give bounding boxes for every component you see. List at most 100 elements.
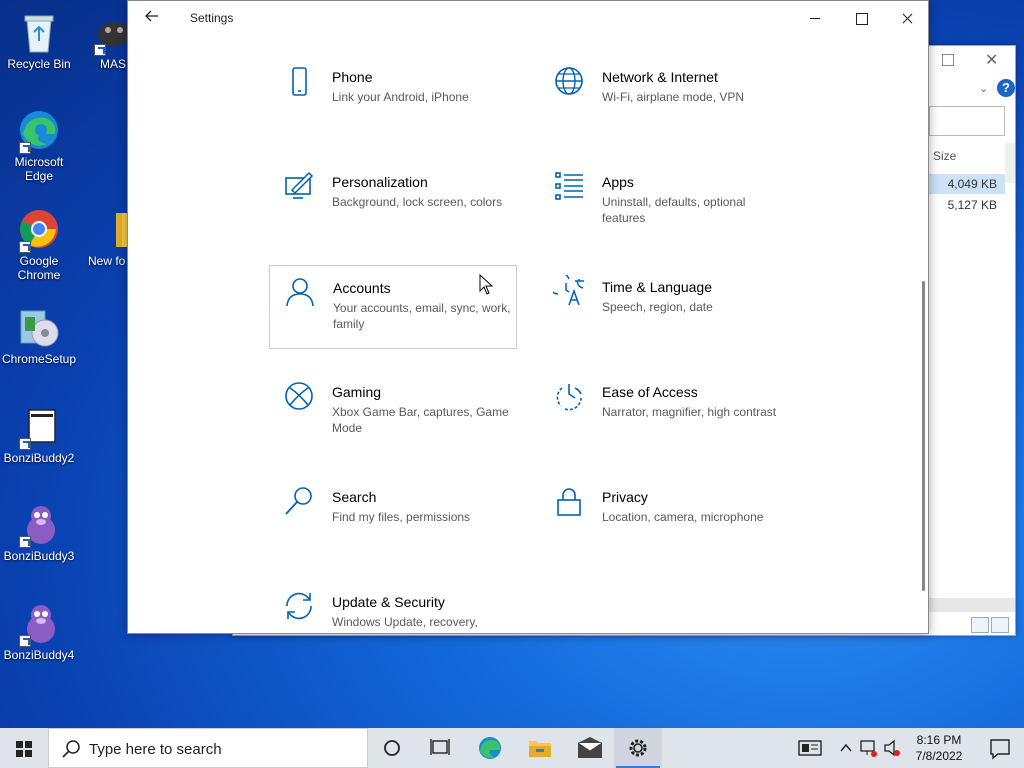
taskbar-news-icon[interactable] [796,728,824,768]
maximize-button[interactable] [942,54,954,66]
tile-title: Update & Security [332,594,445,610]
tile-title: Network & Internet [602,69,718,85]
edge-icon [17,108,61,154]
desktop-icon-edge[interactable]: Microsoft Edge [1,108,77,183]
task-view-button[interactable] [416,728,464,768]
search-icon [285,487,312,515]
table-row[interactable]: 5,127 KB [929,195,1005,215]
taskbar-mail-button[interactable] [566,728,614,768]
bonzibuddy-icon [17,601,61,647]
shortcut-arrow-icon [19,536,31,548]
volume-muted-icon[interactable] [882,728,902,768]
task-view-icon [430,739,450,755]
chrome-icon [17,207,61,253]
tile-search[interactable]: Search Find my files, permissions [269,475,517,559]
network-icon[interactable] [858,728,878,768]
desktop-icon-bonzibuddy4[interactable]: BonziBuddy4 [1,601,77,662]
lock-icon [557,488,581,516]
xbox-icon [285,382,313,410]
search-icon [62,740,80,758]
desktop-icon-chromesetup[interactable]: ChromeSetup [1,305,77,366]
cortana-button[interactable] [368,728,416,768]
tile-description: Link your Android, iPhone [332,90,469,104]
installer-icon [17,305,61,349]
globe-icon [555,67,583,95]
gear-icon [629,739,647,757]
tile-description: Xbox Game Bar, captures, Game Mode [332,405,509,435]
settings-window[interactable]: Settings Phone Link your Android, iPhone… [127,0,929,634]
cortana-circle-icon [384,740,400,756]
scrollbar[interactable] [1005,143,1015,183]
desktop-icon-label: Google Chrome [17,254,61,282]
tile-personalization[interactable]: Personalization Background, lock screen,… [269,160,517,244]
notifications-button[interactable] [976,728,1024,768]
view-toggle [969,617,1009,636]
desktop-icon-chrome[interactable]: Google Chrome [1,207,77,282]
tile-description: Location, camera, microphone [602,510,764,524]
tile-time-language[interactable]: Time & Language Speech, region, date [539,265,787,349]
tile-title: Time & Language [602,279,712,295]
start-button[interactable] [0,728,48,768]
minimize-button[interactable] [792,1,838,35]
tile-title: Privacy [602,489,648,505]
title-bar[interactable]: Settings [128,1,928,35]
tile-description: Windows Update, recovery, [332,615,478,629]
tile-title: Ease of Access [602,384,698,400]
clock-time: 8:16 PM [916,733,962,747]
back-button[interactable] [140,7,164,29]
back-arrow-icon [145,10,158,22]
apps-list-icon [555,172,583,200]
desktop-icon-label: BonziBuddy4 [3,648,75,662]
column-header-size[interactable]: Size [933,149,956,163]
tile-description: Speech, region, date [602,300,713,314]
desktop-icon-recycle-bin[interactable]: Recycle Bin [1,10,77,71]
search-placeholder: Type here to search [89,741,222,758]
edge-icon [479,737,501,759]
large-icons-view-icon[interactable] [991,617,1009,633]
shortcut-arrow-icon [19,635,31,647]
tile-privacy[interactable]: Privacy Location, camera, microphone [539,475,787,559]
horizontal-scrollbar[interactable] [929,598,1015,612]
tile-title: Accounts [333,280,391,296]
details-view-icon[interactable] [971,617,989,633]
tile-apps[interactable]: Apps Uninstall, defaults, optional featu… [539,160,787,244]
taskbar-file-explorer-button[interactable] [516,728,564,768]
close-button[interactable] [884,1,930,35]
maximize-button[interactable] [838,1,884,35]
chevron-up-icon[interactable] [838,728,854,768]
taskbar-settings-button[interactable] [614,728,662,768]
tile-phone[interactable]: Phone Link your Android, iPhone [269,55,517,139]
ease-of-access-icon [556,384,582,411]
desktop-icon-bonzibuddy3[interactable]: BonziBuddy3 [1,502,77,563]
windows-logo-icon [16,741,32,757]
tile-ease-of-access[interactable]: Ease of Access Narrator, magnifier, high… [539,370,787,454]
shortcut-arrow-icon [19,142,31,154]
tile-title: Personalization [332,174,428,190]
tile-title: Search [332,489,377,505]
desktop-icon-label: ChromeSetup [1,352,77,366]
close-button[interactable]: ✕ [985,50,998,70]
chevron-down-icon[interactable]: ⌄ [979,82,988,95]
desktop-icon-bonzibuddy2[interactable]: BonziBuddy2 [1,404,77,465]
taskbar-edge-button[interactable] [466,728,514,768]
tile-description: Narrator, magnifier, high contrast [602,405,777,419]
notification-icon [990,739,1010,760]
tile-title: Gaming [332,384,382,400]
system-clock[interactable]: 8:16 PM 7/8/2022 [904,732,974,764]
taskbar-search-box[interactable]: Type here to search [48,728,368,768]
mail-icon [577,737,603,758]
window-title: Settings [190,11,234,25]
phone-icon [292,67,307,96]
time-language-icon [553,275,584,306]
tile-gaming[interactable]: Gaming Xbox Game Bar, captures, Game Mod… [269,370,517,454]
clock-date: 7/8/2022 [915,749,963,763]
tile-update-security[interactable]: Update & Security Windows Update, recove… [269,580,517,632]
document-icon [17,404,61,450]
vertical-scrollbar[interactable] [922,281,925,591]
tile-network-internet[interactable]: Network & Internet Wi-Fi, airplane mode,… [539,55,787,139]
explorer-search-box[interactable] [929,106,1005,136]
tile-description: Uninstall, defaults, optional features [602,195,746,225]
table-row[interactable]: 4,049 KB [929,174,1005,194]
tile-description: Background, lock screen, colors [332,195,503,209]
help-icon[interactable]: ? [997,79,1015,97]
